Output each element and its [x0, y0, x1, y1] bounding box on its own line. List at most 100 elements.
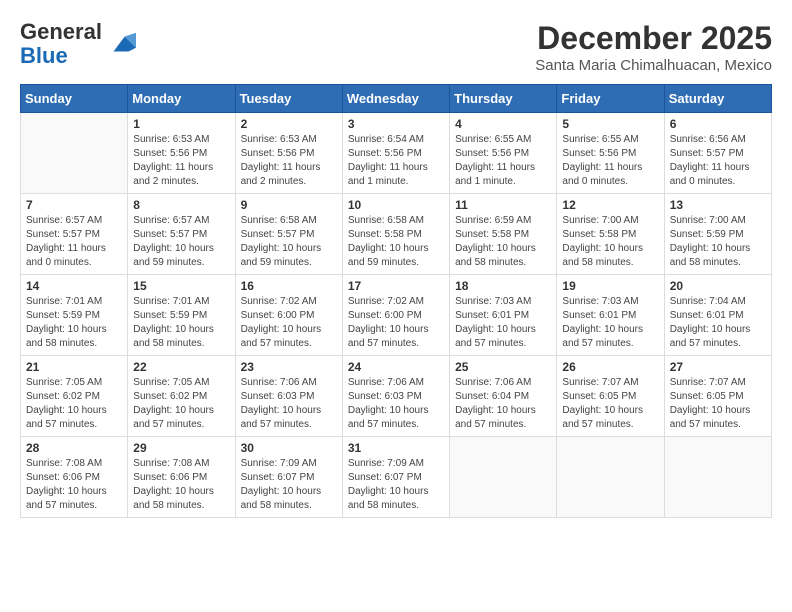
day-info: Sunrise: 7:06 AM Sunset: 6:03 PM Dayligh…	[348, 376, 444, 432]
calendar-week-row: 28Sunrise: 7:08 AM Sunset: 6:06 PM Dayli…	[21, 437, 772, 518]
day-info: Sunrise: 7:00 AM Sunset: 5:59 PM Dayligh…	[670, 214, 766, 270]
logo: General Blue	[20, 20, 136, 68]
day-number: 10	[348, 198, 444, 212]
day-info: Sunrise: 6:54 AM Sunset: 5:56 PM Dayligh…	[348, 133, 444, 189]
day-number: 1	[133, 117, 229, 131]
calendar-week-row: 7 Sunrise: 6:57 AM Sunset: 5:57 PM Daylig…	[21, 194, 772, 275]
day-header-tuesday: Tuesday	[235, 85, 342, 113]
day-number: 7	[26, 198, 122, 212]
calendar-cell	[450, 437, 557, 518]
calendar-cell: 8 Sunrise: 6:57 AM Sunset: 5:57 PM Daylig…	[128, 194, 235, 275]
day-info: Sunrise: 7:09 AM Sunset: 6:07 PM Dayligh…	[241, 457, 337, 513]
day-info: Sunrise: 6:55 AM Sunset: 5:56 PM Dayligh…	[562, 133, 658, 189]
calendar-cell: 24Sunrise: 7:06 AM Sunset: 6:03 PM Dayli…	[342, 356, 449, 437]
logo-text: General Blue	[20, 20, 102, 68]
day-info: Sunrise: 6:57 AM Sunset: 5:57 PM Dayligh…	[26, 214, 122, 270]
day-number: 23	[241, 360, 337, 374]
calendar-cell: 27 Sunrise: 7:07 AM Sunset: 6:05 PM Dayli…	[664, 356, 771, 437]
calendar-cell: 16 Sunrise: 7:02 AM Sunset: 6:00 PM Dayli…	[235, 275, 342, 356]
day-info: Sunrise: 7:01 AM Sunset: 5:59 PM Dayligh…	[26, 295, 122, 351]
page-header: General Blue December 2025 Santa Maria C…	[20, 20, 772, 74]
calendar-cell: 3Sunrise: 6:54 AM Sunset: 5:56 PM Daylig…	[342, 113, 449, 194]
day-number: 8	[133, 198, 229, 212]
day-info: Sunrise: 7:02 AM Sunset: 6:00 PM Dayligh…	[348, 295, 444, 351]
day-number: 2	[241, 117, 337, 131]
calendar-cell: 30Sunrise: 7:09 AM Sunset: 6:07 PM Dayli…	[235, 437, 342, 518]
calendar-cell: 23 Sunrise: 7:06 AM Sunset: 6:03 PM Dayli…	[235, 356, 342, 437]
calendar-cell: 22Sunrise: 7:05 AM Sunset: 6:02 PM Dayli…	[128, 356, 235, 437]
calendar-cell: 17 Sunrise: 7:02 AM Sunset: 6:00 PM Dayli…	[342, 275, 449, 356]
day-number: 20	[670, 279, 766, 293]
calendar-cell: 7 Sunrise: 6:57 AM Sunset: 5:57 PM Daylig…	[21, 194, 128, 275]
calendar-week-row: 14Sunrise: 7:01 AM Sunset: 5:59 PM Dayli…	[21, 275, 772, 356]
logo-blue: Blue	[20, 44, 102, 68]
day-number: 18	[455, 279, 551, 293]
calendar-week-row: 1 Sunrise: 6:53 AM Sunset: 5:56 PM Daylig…	[21, 113, 772, 194]
day-info: Sunrise: 7:05 AM Sunset: 6:02 PM Dayligh…	[26, 376, 122, 432]
day-number: 5	[562, 117, 658, 131]
day-number: 15	[133, 279, 229, 293]
day-info: Sunrise: 6:53 AM Sunset: 5:56 PM Dayligh…	[133, 133, 229, 189]
day-number: 17	[348, 279, 444, 293]
calendar-cell: 26Sunrise: 7:07 AM Sunset: 6:05 PM Dayli…	[557, 356, 664, 437]
calendar-week-row: 21 Sunrise: 7:05 AM Sunset: 6:02 PM Dayli…	[21, 356, 772, 437]
day-number: 6	[670, 117, 766, 131]
calendar-cell: 20 Sunrise: 7:04 AM Sunset: 6:01 PM Dayli…	[664, 275, 771, 356]
day-info: Sunrise: 7:04 AM Sunset: 6:01 PM Dayligh…	[670, 295, 766, 351]
location-title: Santa Maria Chimalhuacan, Mexico	[535, 57, 772, 74]
day-info: Sunrise: 6:58 AM Sunset: 5:57 PM Dayligh…	[241, 214, 337, 270]
day-header-saturday: Saturday	[664, 85, 771, 113]
day-info: Sunrise: 6:59 AM Sunset: 5:58 PM Dayligh…	[455, 214, 551, 270]
calendar-cell: 5 Sunrise: 6:55 AM Sunset: 5:56 PM Daylig…	[557, 113, 664, 194]
day-info: Sunrise: 6:55 AM Sunset: 5:56 PM Dayligh…	[455, 133, 551, 189]
day-header-wednesday: Wednesday	[342, 85, 449, 113]
day-number: 25	[455, 360, 551, 374]
calendar-cell: 6 Sunrise: 6:56 AM Sunset: 5:57 PM Daylig…	[664, 113, 771, 194]
calendar-cell: 4 Sunrise: 6:55 AM Sunset: 5:56 PM Daylig…	[450, 113, 557, 194]
calendar-cell: 2 Sunrise: 6:53 AM Sunset: 5:56 PM Daylig…	[235, 113, 342, 194]
day-info: Sunrise: 6:56 AM Sunset: 5:57 PM Dayligh…	[670, 133, 766, 189]
day-info: Sunrise: 7:06 AM Sunset: 6:04 PM Dayligh…	[455, 376, 551, 432]
day-header-friday: Friday	[557, 85, 664, 113]
day-number: 19	[562, 279, 658, 293]
day-header-monday: Monday	[128, 85, 235, 113]
logo-icon	[106, 29, 136, 59]
calendar-cell: 25 Sunrise: 7:06 AM Sunset: 6:04 PM Dayli…	[450, 356, 557, 437]
calendar-cell: 31 Sunrise: 7:09 AM Sunset: 6:07 PM Dayli…	[342, 437, 449, 518]
calendar-cell: 1 Sunrise: 6:53 AM Sunset: 5:56 PM Daylig…	[128, 113, 235, 194]
day-info: Sunrise: 7:00 AM Sunset: 5:58 PM Dayligh…	[562, 214, 658, 270]
calendar-cell	[21, 113, 128, 194]
day-number: 12	[562, 198, 658, 212]
day-number: 9	[241, 198, 337, 212]
day-number: 16	[241, 279, 337, 293]
calendar-cell: 29 Sunrise: 7:08 AM Sunset: 6:06 PM Dayli…	[128, 437, 235, 518]
calendar-cell: 14Sunrise: 7:01 AM Sunset: 5:59 PM Dayli…	[21, 275, 128, 356]
day-info: Sunrise: 7:08 AM Sunset: 6:06 PM Dayligh…	[133, 457, 229, 513]
day-number: 21	[26, 360, 122, 374]
calendar-cell: 12 Sunrise: 7:00 AM Sunset: 5:58 PM Dayli…	[557, 194, 664, 275]
day-info: Sunrise: 6:53 AM Sunset: 5:56 PM Dayligh…	[241, 133, 337, 189]
title-section: December 2025 Santa Maria Chimalhuacan, …	[535, 20, 772, 74]
day-info: Sunrise: 7:07 AM Sunset: 6:05 PM Dayligh…	[670, 376, 766, 432]
day-header-thursday: Thursday	[450, 85, 557, 113]
day-number: 31	[348, 441, 444, 455]
logo-general: General	[20, 20, 102, 44]
day-number: 11	[455, 198, 551, 212]
day-info: Sunrise: 7:02 AM Sunset: 6:00 PM Dayligh…	[241, 295, 337, 351]
day-number: 4	[455, 117, 551, 131]
calendar-cell	[557, 437, 664, 518]
calendar-cell: 28Sunrise: 7:08 AM Sunset: 6:06 PM Dayli…	[21, 437, 128, 518]
calendar-cell: 15Sunrise: 7:01 AM Sunset: 5:59 PM Dayli…	[128, 275, 235, 356]
calendar-cell	[664, 437, 771, 518]
month-title: December 2025	[535, 20, 772, 57]
day-number: 22	[133, 360, 229, 374]
calendar-cell: 19Sunrise: 7:03 AM Sunset: 6:01 PM Dayli…	[557, 275, 664, 356]
calendar-cell: 11 Sunrise: 6:59 AM Sunset: 5:58 PM Dayli…	[450, 194, 557, 275]
day-info: Sunrise: 7:09 AM Sunset: 6:07 PM Dayligh…	[348, 457, 444, 513]
calendar-cell: 21 Sunrise: 7:05 AM Sunset: 6:02 PM Dayli…	[21, 356, 128, 437]
day-number: 29	[133, 441, 229, 455]
day-info: Sunrise: 6:57 AM Sunset: 5:57 PM Dayligh…	[133, 214, 229, 270]
day-info: Sunrise: 7:06 AM Sunset: 6:03 PM Dayligh…	[241, 376, 337, 432]
day-number: 27	[670, 360, 766, 374]
day-number: 26	[562, 360, 658, 374]
